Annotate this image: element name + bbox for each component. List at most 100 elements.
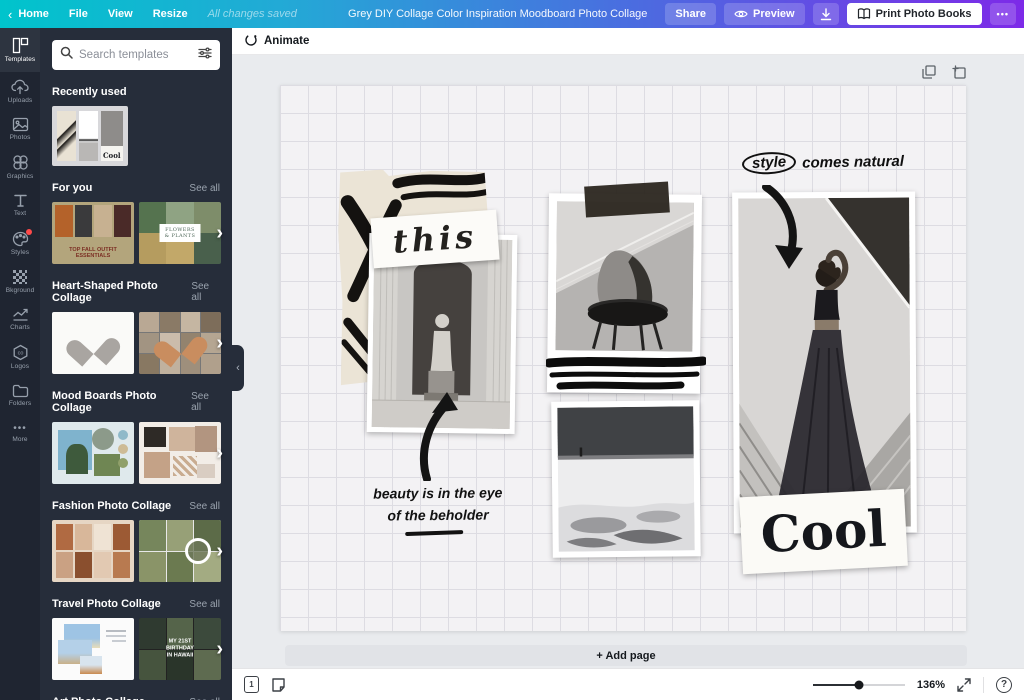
download-icon bbox=[820, 8, 832, 21]
template-thumbnail[interactable]: TOP FALL OUTFIT ESSENTIALS bbox=[52, 202, 134, 264]
row-chevron-right-icon[interactable]: › bbox=[216, 541, 223, 561]
arrow-up-drawing[interactable] bbox=[413, 391, 465, 481]
template-thumbnail[interactable] bbox=[139, 422, 221, 484]
see-all-link[interactable]: See all bbox=[189, 501, 220, 512]
row-chevron-right-icon[interactable]: › bbox=[216, 443, 223, 463]
photos-icon bbox=[12, 117, 29, 132]
graphics-icon bbox=[12, 154, 29, 171]
section-heart-shaped: Heart-Shaped Photo Collage See all › bbox=[40, 280, 232, 374]
marker-strokes-drawing[interactable] bbox=[546, 356, 706, 394]
design-page[interactable]: this beauty is in the eye of the beholde… bbox=[280, 85, 966, 631]
fullscreen-icon[interactable] bbox=[957, 678, 971, 692]
beauty-quote-text[interactable]: beauty is in the eye of the beholder bbox=[347, 482, 529, 536]
section-art: Art Photo Collage See all LEARN HOW TO M… bbox=[40, 696, 232, 700]
more-icon: ••• bbox=[13, 423, 27, 434]
help-button[interactable]: ? bbox=[996, 677, 1012, 693]
menu-file[interactable]: File bbox=[69, 8, 88, 20]
document-title[interactable]: Grey DIY Collage Color Inspiration Moodb… bbox=[348, 8, 647, 20]
charts-label: Charts bbox=[10, 324, 30, 331]
sidebar-item-templates[interactable]: Templates bbox=[0, 28, 40, 72]
add-page-button[interactable]: + Add page bbox=[285, 645, 967, 666]
folders-label: Folders bbox=[9, 400, 31, 407]
snow-landscape-photo[interactable] bbox=[551, 400, 701, 558]
template-thumbnail[interactable] bbox=[52, 618, 134, 680]
context-toolbar: Animate bbox=[232, 28, 1024, 55]
section-title: Recently used bbox=[52, 86, 127, 98]
template-thumbnail[interactable] bbox=[52, 422, 134, 484]
canvas-workspace: this beauty is in the eye of the beholde… bbox=[232, 55, 1024, 668]
divider bbox=[983, 677, 984, 693]
zoom-level: 136% bbox=[917, 679, 945, 691]
home-button[interactable]: ‹ Home bbox=[8, 8, 49, 21]
eye-icon bbox=[734, 9, 748, 19]
this-text-label[interactable]: this bbox=[370, 210, 499, 269]
search-input[interactable] bbox=[79, 49, 192, 61]
menu-view[interactable]: View bbox=[108, 8, 133, 20]
print-photo-books-button[interactable]: Print Photo Books bbox=[847, 3, 982, 25]
template-thumbnail-recent[interactable]: Cool bbox=[52, 106, 128, 166]
templates-panel: Recently used Cool For you See all bbox=[40, 28, 232, 700]
see-all-link[interactable]: See all bbox=[191, 281, 220, 303]
section-title: Fashion Photo Collage bbox=[52, 500, 171, 512]
see-all-link[interactable]: See all bbox=[191, 391, 220, 413]
sidebar-item-graphics[interactable]: Graphics bbox=[0, 148, 40, 186]
more-label: More bbox=[12, 436, 27, 443]
status-bar: 1 136% ? bbox=[232, 668, 1024, 700]
search-box bbox=[52, 40, 220, 70]
topbar: ‹ Home File View Resize All changes save… bbox=[0, 0, 1024, 28]
sidebar-item-folders[interactable]: Folders bbox=[0, 376, 40, 414]
background-label: Bkground bbox=[6, 287, 35, 294]
section-mood-boards: Mood Boards Photo Collage See all bbox=[40, 390, 232, 484]
templates-label: Templates bbox=[5, 56, 36, 63]
see-all-link[interactable]: See all bbox=[189, 697, 220, 700]
download-button[interactable] bbox=[813, 3, 839, 25]
filter-icon[interactable] bbox=[198, 46, 212, 64]
style-quote-text[interactable]: style comes natural bbox=[742, 149, 932, 174]
preview-button[interactable]: Preview bbox=[724, 3, 805, 25]
sidebar-item-background[interactable]: Bkground bbox=[0, 262, 40, 300]
arrow-down-drawing[interactable] bbox=[758, 185, 808, 270]
background-icon bbox=[12, 269, 28, 285]
saved-status: All changes saved bbox=[208, 8, 297, 20]
add-page-icon[interactable] bbox=[952, 65, 966, 84]
animate-icon bbox=[244, 33, 258, 50]
see-all-link[interactable]: See all bbox=[189, 599, 220, 610]
notes-icon[interactable] bbox=[271, 677, 286, 693]
sidebar-item-uploads[interactable]: Uploads bbox=[0, 72, 40, 110]
svg-text:co: co bbox=[17, 351, 23, 357]
template-thumbnail[interactable] bbox=[52, 312, 134, 374]
beauty-line-1: beauty is in the eye bbox=[347, 482, 529, 505]
template-thumbnail[interactable] bbox=[139, 520, 221, 582]
duplicate-page-icon[interactable] bbox=[922, 65, 936, 84]
row-chevron-right-icon[interactable]: › bbox=[216, 333, 223, 353]
sidebar-item-text[interactable]: Text bbox=[0, 186, 40, 224]
share-button[interactable]: Share bbox=[665, 3, 716, 25]
sidebar-rail: Templates Uploads Photos bbox=[0, 28, 40, 700]
animate-button[interactable]: Animate bbox=[244, 33, 309, 50]
sidebar-item-more[interactable]: ••• More bbox=[0, 414, 40, 452]
row-chevron-right-icon[interactable]: › bbox=[216, 639, 223, 659]
templates-icon bbox=[12, 37, 29, 54]
row-chevron-right-icon[interactable]: › bbox=[216, 223, 223, 243]
sidebar-item-styles[interactable]: Styles bbox=[0, 224, 40, 262]
template-thumbnail[interactable] bbox=[139, 312, 221, 374]
cool-text-label[interactable]: Cool bbox=[739, 489, 908, 575]
see-all-link[interactable]: See all bbox=[189, 183, 220, 194]
more-options-button[interactable]: ••• bbox=[990, 3, 1016, 25]
template-thumbnail[interactable]: MY 21ST BIRTHDAY IN HAWAII bbox=[139, 618, 221, 680]
tape-element[interactable] bbox=[584, 181, 670, 217]
section-recently-used: Recently used Cool bbox=[40, 86, 232, 166]
animate-label: Animate bbox=[264, 35, 309, 47]
page-indicator[interactable]: 1 bbox=[244, 676, 259, 693]
menu-resize[interactable]: Resize bbox=[153, 8, 188, 20]
zoom-slider[interactable] bbox=[813, 684, 905, 686]
template-thumbnail[interactable] bbox=[52, 520, 134, 582]
template-thumbnail[interactable]: FLOWERS & PLANTS bbox=[139, 202, 221, 264]
sidebar-item-photos[interactable]: Photos bbox=[0, 110, 40, 148]
sidebar-item-charts[interactable]: Charts bbox=[0, 300, 40, 338]
text-icon bbox=[13, 193, 28, 208]
zoom-slider-knob[interactable] bbox=[854, 680, 863, 689]
sidebar-item-logos[interactable]: co Logos bbox=[0, 338, 40, 376]
book-icon bbox=[857, 8, 871, 20]
panel-collapse-tab[interactable]: ‹ bbox=[232, 345, 244, 391]
